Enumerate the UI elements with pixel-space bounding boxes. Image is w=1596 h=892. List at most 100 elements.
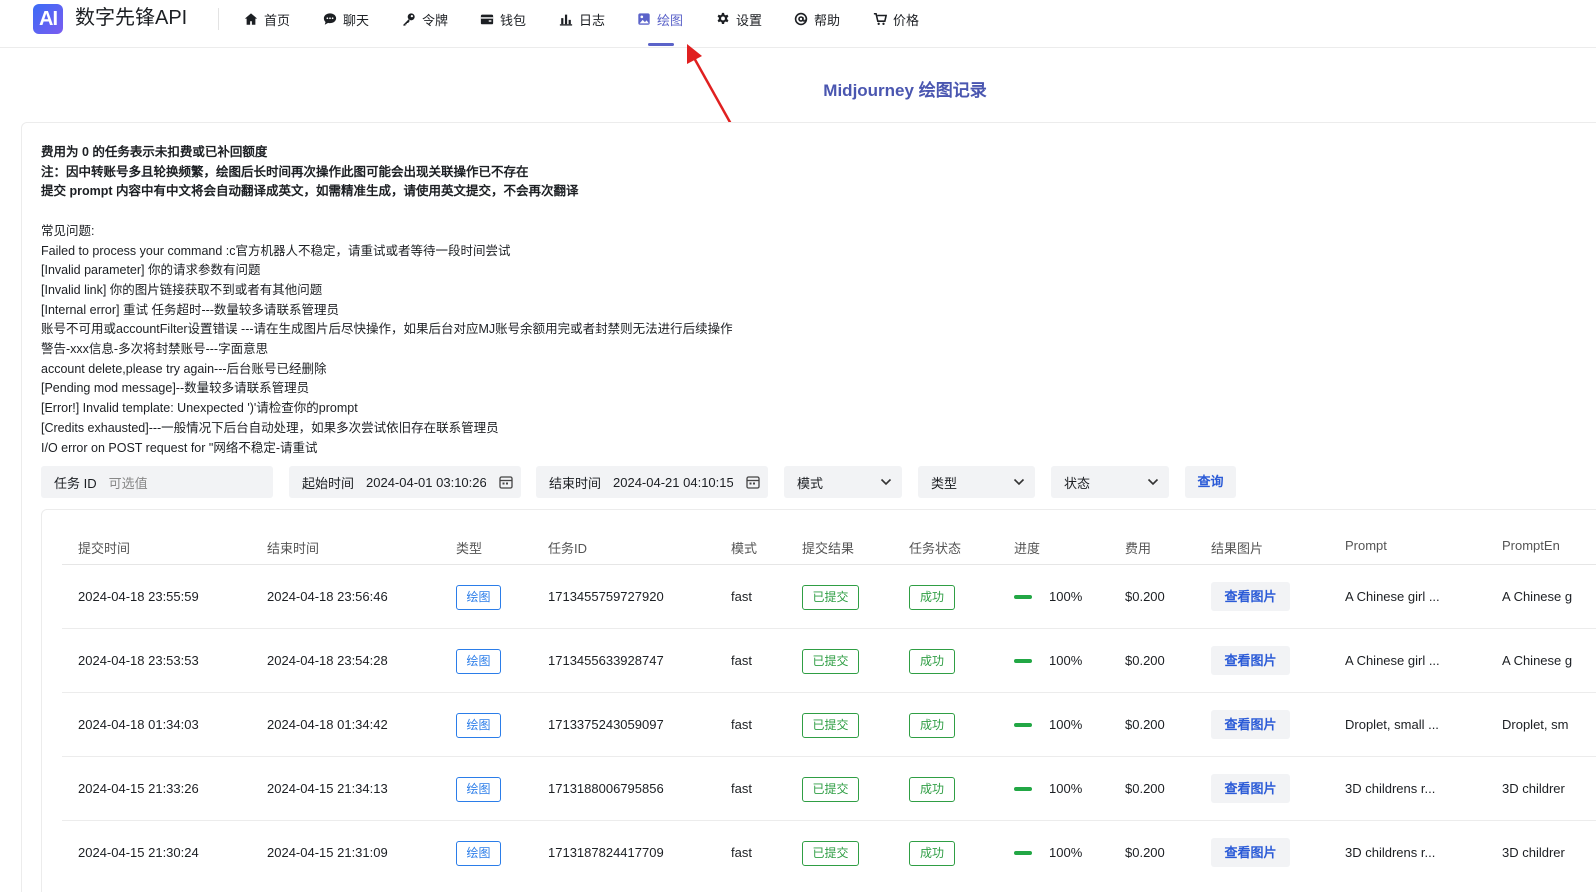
chevron-down-icon (1013, 478, 1025, 486)
column-header[interactable]: 提交时间 (78, 538, 130, 557)
mode-select-label: 模式 (797, 475, 824, 491)
chevron-down-icon (1147, 478, 1159, 486)
mode-cell: fast (731, 845, 752, 860)
notice-line: 注：因中转账号多且轮换频繁，绘图后长时间再次操作此图可能会出现关联操作已不存在 (41, 164, 529, 179)
progress-text: 100% (1049, 845, 1083, 860)
row-divider (62, 692, 1596, 693)
nav-chat-label: 聊天 (343, 12, 370, 28)
faq-title: 常见问题: (41, 223, 95, 238)
start-time-label: 起始时间 (302, 475, 355, 491)
submit-result-tag: 已提交 (802, 713, 859, 738)
query-button[interactable]: 查询 (1185, 466, 1236, 498)
end-time-value: 2024-04-21 04:10:15 (613, 474, 734, 490)
key-icon (403, 13, 415, 26)
column-header[interactable]: 任务ID (548, 538, 587, 557)
status-tag: 成功 (909, 649, 955, 674)
gear-icon (717, 12, 729, 24)
row-divider (62, 628, 1596, 629)
progress-bar (1014, 787, 1032, 791)
prompt-cell: A Chinese girl ... (1345, 589, 1440, 604)
mode-cell: fast (731, 653, 752, 668)
submit-result-tag: 已提交 (802, 777, 859, 802)
mode-cell: fast (731, 781, 752, 796)
mode-select[interactable]: 模式 (784, 466, 902, 498)
column-header[interactable]: 结果图片 (1211, 538, 1263, 557)
home-icon (244, 13, 258, 25)
cost-cell: $0.200 (1125, 717, 1165, 732)
prompt-en-cell: Droplet, sm (1502, 717, 1569, 732)
nav-token-label: 令牌 (422, 12, 449, 28)
view-image-button[interactable]: 查看图片 (1211, 646, 1290, 675)
end-time-cell: 2024-04-18 01:34:42 (267, 717, 388, 732)
column-header[interactable]: 结束时间 (267, 538, 319, 557)
nav-home[interactable]: 首页 (244, 9, 290, 29)
faq-line: [Internal error] 重试 任务超时---数量较多请联系管理员 (41, 302, 339, 317)
end-time-cell: 2024-04-15 21:34:13 (267, 781, 388, 796)
submit-time-cell: 2024-04-18 01:34:03 (78, 717, 199, 732)
brand-name[interactable]: 数字先锋API (75, 5, 187, 31)
type-tag: 绘图 (456, 713, 501, 738)
cost-cell: $0.200 (1125, 845, 1165, 860)
submit-time-cell: 2024-04-18 23:53:53 (78, 653, 199, 668)
nav-chat[interactable]: 聊天 (323, 9, 369, 29)
column-header[interactable]: 模式 (731, 538, 757, 557)
column-header[interactable]: Prompt (1345, 538, 1387, 553)
faq-line: account delete,please try again---后台账号已经… (41, 361, 327, 376)
column-header[interactable]: 费用 (1125, 538, 1151, 557)
calendar-icon[interactable] (746, 475, 760, 489)
faq-line: Failed to process your command :c官方机器人不稳… (41, 243, 511, 258)
faq-line: [Invalid link] 你的图片链接获取不到或者有其他问题 (41, 282, 323, 297)
active-tab-indicator (648, 43, 674, 46)
nav-drawing[interactable]: 绘图 (637, 9, 683, 29)
task-id-placeholder: 可选值 (108, 475, 148, 491)
logo[interactable]: AI (33, 4, 63, 34)
faq-line: 账号不可用或accountFilter设置错误 ---请在生成图片后尽快操作，如… (41, 322, 733, 337)
chart-icon (559, 14, 573, 26)
submit-result-tag: 已提交 (802, 585, 859, 610)
nav-logs[interactable]: 日志 (559, 9, 605, 29)
view-image-button[interactable]: 查看图片 (1211, 774, 1290, 803)
prompt-cell: 3D childrens r... (1345, 845, 1436, 860)
view-image-button[interactable]: 查看图片 (1211, 710, 1290, 739)
column-header[interactable]: 任务状态 (909, 538, 961, 557)
progress-bar (1014, 723, 1032, 727)
status-select-label: 状态 (1064, 475, 1091, 491)
nav-settings[interactable]: 设置 (716, 9, 762, 29)
status-select[interactable]: 状态 (1051, 466, 1169, 498)
submit-time-cell: 2024-04-15 21:33:26 (78, 781, 199, 796)
column-header[interactable]: PromptEn (1502, 538, 1560, 553)
nav-token[interactable]: 令牌 (402, 9, 448, 29)
faq-line: I/O error on POST request for "网络不稳定-请重试 (41, 440, 318, 455)
prompt-en-cell: A Chinese g (1502, 653, 1573, 668)
view-image-button[interactable]: 查看图片 (1211, 838, 1290, 867)
prompt-en-cell: 3D childrer (1502, 781, 1565, 796)
type-tag: 绘图 (456, 777, 501, 802)
task-id-input[interactable]: 任务 ID 可选值 (41, 466, 273, 498)
nav-help[interactable]: 帮助 (794, 9, 840, 29)
notice-panel: 费用为 0 的任务表示未扣费或已补回额度 注：因中转账号多且轮换频繁，绘图后长时… (41, 143, 941, 458)
start-time-picker[interactable]: 起始时间 2024-04-01 03:10:26 (289, 466, 521, 498)
faq-line: [Credits exhausted]---一般情况下后台自动处理，如果多次尝试… (41, 420, 499, 435)
task-id-cell: 1713187824417709 (548, 845, 664, 860)
type-select[interactable]: 类型 (918, 466, 1035, 498)
notice-line: 提交 prompt 内容中有中文将会自动翻译成英文，如需精准生成，请使用英文提交… (41, 184, 579, 199)
calendar-icon[interactable] (499, 475, 513, 489)
column-header[interactable]: 进度 (1014, 538, 1040, 557)
submit-result-tag: 已提交 (802, 841, 859, 866)
nav-help-label: 帮助 (814, 12, 841, 28)
image-icon (638, 13, 650, 25)
mode-cell: fast (731, 717, 752, 732)
column-header[interactable]: 提交结果 (802, 538, 854, 557)
status-tag: 成功 (909, 841, 955, 866)
column-header[interactable]: 类型 (456, 538, 482, 557)
prompt-en-cell: A Chinese g (1502, 589, 1573, 604)
type-tag: 绘图 (456, 649, 501, 674)
task-id-cell: 1713455759727920 (548, 589, 664, 604)
nav-wallet[interactable]: 钱包 (480, 9, 526, 29)
row-divider (62, 820, 1596, 821)
view-image-button[interactable]: 查看图片 (1211, 582, 1290, 611)
task-id-cell: 1713375243059097 (548, 717, 664, 732)
nav-price[interactable]: 价格 (873, 9, 919, 29)
end-time-picker[interactable]: 结束时间 2024-04-21 04:10:15 (536, 466, 768, 498)
faq-line: 警告-xxx信息-多次将封禁账号---字面意思 (41, 342, 269, 357)
